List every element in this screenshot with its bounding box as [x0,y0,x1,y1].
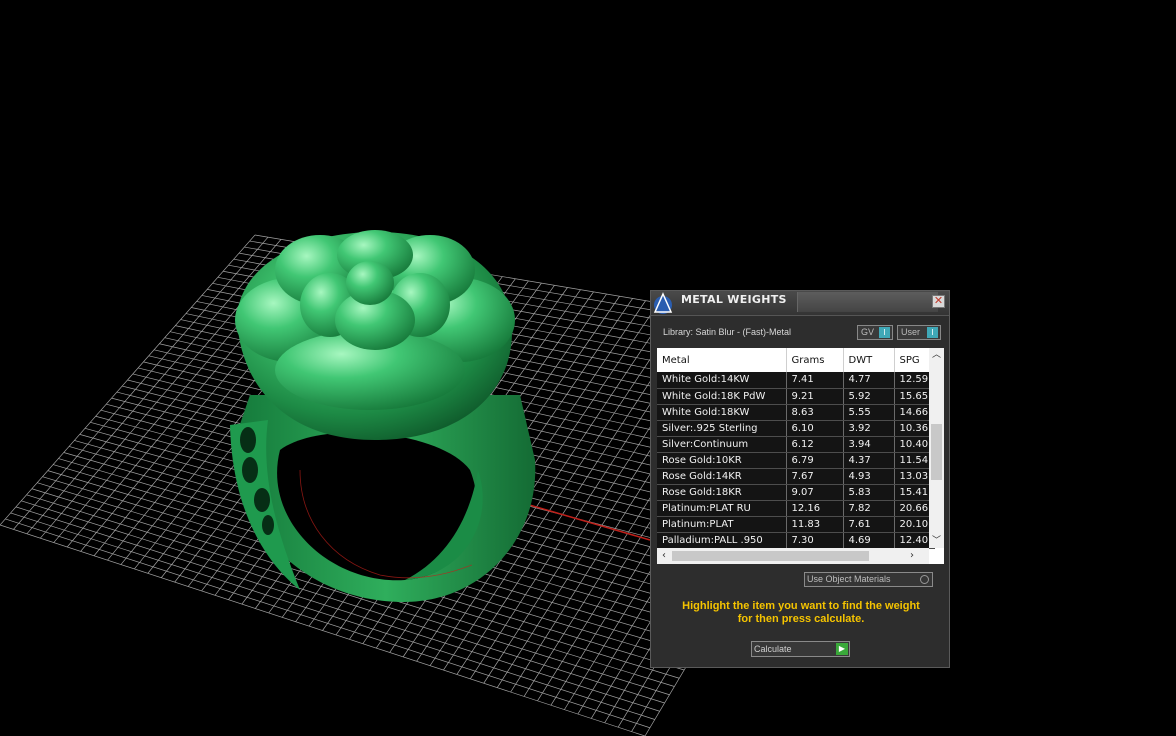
scroll-right-icon[interactable]: › [905,548,919,564]
cell-grams: 11.83 [786,516,844,533]
table-row[interactable]: Platinum:PLAT 11.83 7.61 20.10 [657,516,935,533]
cell-metal: Rose Gold:10KR [657,452,787,469]
cell-dwt: 5.92 [843,388,895,405]
gv-toggle[interactable]: GV I [857,325,893,340]
cell-grams: 7.41 [786,372,844,389]
cell-spg: 12.59 [894,372,935,389]
cell-grams: 7.30 [786,532,844,549]
cell-dwt: 4.69 [843,532,895,549]
play-icon: ▶ [836,643,848,655]
instruction-text: Highlight the item you want to find the … [663,600,939,626]
cell-dwt: 3.92 [843,420,895,437]
instruction-line-2: for then press calculate. [737,613,865,625]
cell-metal: Platinum:PLAT RU [657,500,787,517]
table-row[interactable]: White Gold:14KW 7.41 4.77 12.59 [657,372,935,389]
cell-dwt: 5.55 [843,404,895,421]
cell-spg: 20.66 [894,500,935,517]
calculate-label: Calculate [754,644,792,654]
cell-metal: Silver:Continuum [657,436,787,453]
cell-dwt: 3.94 [843,436,895,453]
cell-spg: 11.54 [894,452,935,469]
horizontal-scrollbar[interactable]: ‹ › [657,548,929,564]
use-object-materials-option[interactable]: Use Object Materials [804,572,933,587]
library-label: Library: Satin Blur - (Fast)-Metal [663,327,792,337]
user-toggle[interactable]: User I [897,325,941,340]
cell-dwt: 7.82 [843,500,895,517]
cell-dwt: 4.37 [843,452,895,469]
cell-spg: 15.41 [894,484,935,501]
cell-grams: 6.12 [786,436,844,453]
horizontal-scroll-thumb[interactable] [672,551,869,561]
table-header-row: Metal Grams DWT SPG [657,348,935,372]
cell-dwt: 4.93 [843,468,895,485]
table-row[interactable]: Rose Gold:14KR 7.67 4.93 13.03 [657,468,935,485]
gv-toggle-indicator: I [879,327,890,338]
cell-dwt: 7.61 [843,516,895,533]
table-row[interactable]: Silver:Continuum 6.12 3.94 10.40 [657,436,935,453]
column-header-grams[interactable]: Grams [786,348,844,372]
user-toggle-indicator: I [927,327,938,338]
app-logo-icon [653,292,673,314]
cell-spg: 10.36 [894,420,935,437]
ring-model[interactable] [230,230,536,603]
cell-metal: White Gold:14KW [657,372,787,389]
3d-viewport[interactable] [0,0,1176,736]
calculate-button[interactable]: Calculate ▶ [751,641,850,657]
instruction-line-1: Highlight the item you want to find the … [682,600,920,612]
table-row[interactable]: Palladium:PALL .950 7.30 4.69 12.40 [657,532,935,549]
cell-grams: 12.16 [786,500,844,517]
column-header-dwt[interactable]: DWT [843,348,895,372]
table-row[interactable]: Rose Gold:18KR 9.07 5.83 15.41 [657,484,935,501]
cell-grams: 8.63 [786,404,844,421]
cell-spg: 13.03 [894,468,935,485]
table-row[interactable]: White Gold:18KW 8.63 5.55 14.66 [657,404,935,421]
cell-spg: 12.40 [894,532,935,549]
cell-grams: 7.67 [786,468,844,485]
cell-metal: White Gold:18KW [657,404,787,421]
metal-table: Metal Grams DWT SPG White Gold:14KW 7.41 4… [657,348,935,549]
title-drag-strip[interactable] [797,292,938,312]
cell-metal: Rose Gold:14KR [657,468,787,485]
cell-grams: 6.79 [786,452,844,469]
panel-titlebar[interactable]: METAL WEIGHTS ✕ [651,291,949,316]
table-row[interactable]: Platinum:PLAT RU 12.16 7.82 20.66 [657,500,935,517]
cell-spg: 15.65 [894,388,935,405]
column-header-spg[interactable]: SPG [894,348,935,372]
use-object-materials-label: Use Object Materials [807,574,891,584]
cell-spg: 10.40 [894,436,935,453]
cell-spg: 14.66 [894,404,935,421]
table-row[interactable]: White Gold:18K PdW 9.21 5.92 15.65 [657,388,935,405]
metal-weights-panel: METAL WEIGHTS ✕ Library: Satin Blur - (F… [650,290,950,668]
user-toggle-label: User [901,327,921,337]
use-object-materials-radio[interactable] [920,575,929,584]
cell-dwt: 4.77 [843,372,895,389]
scroll-down-icon[interactable]: ﹀ [929,534,944,548]
close-icon[interactable]: ✕ [932,295,945,308]
cell-metal: White Gold:18K PdW [657,388,787,405]
scroll-up-icon[interactable]: ︿ [929,348,944,362]
cell-grams: 9.21 [786,388,844,405]
table-row[interactable]: Silver:.925 Sterling 6.10 3.92 10.36 [657,420,935,437]
table-row[interactable]: Rose Gold:10KR 6.79 4.37 11.54 [657,452,935,469]
cell-spg: 20.10 [894,516,935,533]
cell-dwt: 5.83 [843,484,895,501]
cell-metal: Silver:.925 Sterling [657,420,787,437]
cell-metal: Platinum:PLAT [657,516,787,533]
gv-toggle-label: GV [861,327,875,337]
vertical-scrollbar[interactable]: ︿ ﹀ [929,348,944,548]
metal-table-container: Metal Grams DWT SPG White Gold:14KW 7.41 4… [657,348,944,564]
vertical-scroll-thumb[interactable] [931,424,942,480]
scroll-left-icon[interactable]: ‹ [657,548,671,564]
column-header-metal[interactable]: Metal [657,348,787,372]
cell-metal: Rose Gold:18KR [657,484,787,501]
cell-grams: 9.07 [786,484,844,501]
panel-title: METAL WEIGHTS [681,293,787,306]
cell-grams: 6.10 [786,420,844,437]
cell-metal: Palladium:PALL .950 [657,532,787,549]
